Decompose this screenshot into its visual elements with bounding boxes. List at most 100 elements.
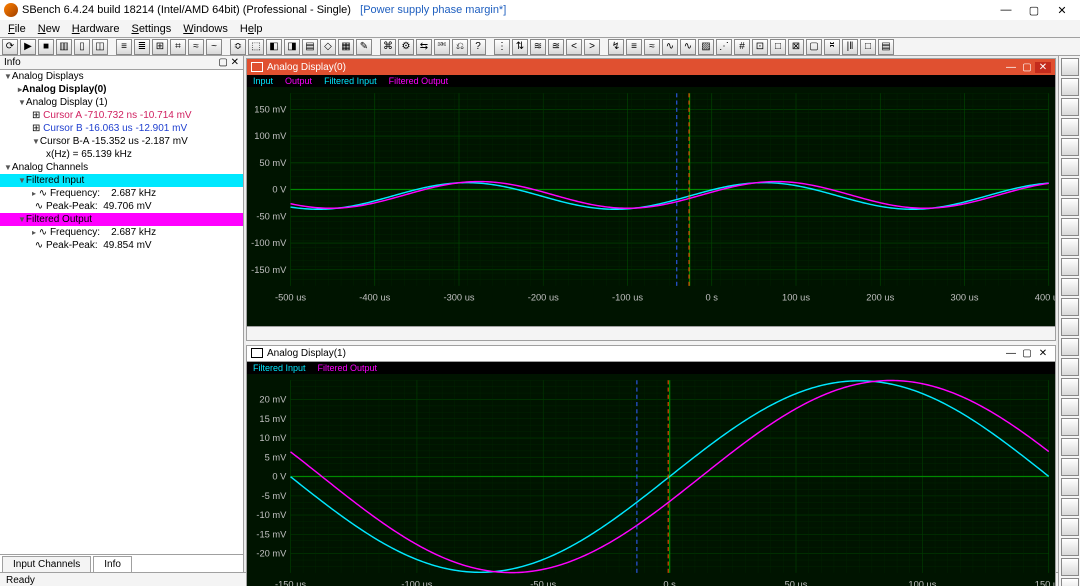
- menu-settings[interactable]: Settings: [127, 22, 175, 36]
- toolbar-btn-2[interactable]: ■: [38, 39, 54, 55]
- display-0-titlebar[interactable]: Analog Display(0) — ▢ ✕: [247, 59, 1055, 75]
- toolbar-btn-47[interactable]: ▤: [878, 39, 894, 55]
- side-tool-13[interactable]: [1061, 318, 1079, 336]
- toolbar-btn-28[interactable]: ≋: [530, 39, 546, 55]
- tree-analog-displays[interactable]: Analog Displays: [0, 70, 243, 83]
- display-0-close[interactable]: ✕: [1035, 62, 1051, 73]
- side-tool-1[interactable]: [1061, 78, 1079, 96]
- toolbar-btn-36[interactable]: ∿: [680, 39, 696, 55]
- tab-info[interactable]: Info: [93, 556, 132, 572]
- toolbar-btn-17[interactable]: ◇: [320, 39, 336, 55]
- toolbar-btn-27[interactable]: ⇅: [512, 39, 528, 55]
- toolbar-btn-13[interactable]: ⬚: [248, 39, 264, 55]
- toolbar-btn-14[interactable]: ◧: [266, 39, 282, 55]
- side-tool-25[interactable]: [1061, 558, 1079, 576]
- display-1-close[interactable]: ✕: [1035, 348, 1051, 359]
- toolbar-btn-23[interactable]: ⎃: [434, 39, 450, 55]
- menu-new[interactable]: New: [34, 22, 64, 36]
- side-tool-11[interactable]: [1061, 278, 1079, 296]
- display-0-hscroll[interactable]: [247, 326, 1055, 340]
- side-tool-22[interactable]: [1061, 498, 1079, 516]
- side-tool-7[interactable]: [1061, 198, 1079, 216]
- toolbar-btn-30[interactable]: <: [566, 39, 582, 55]
- toolbar-btn-24[interactable]: ⎌: [452, 39, 468, 55]
- tree-analog-channels[interactable]: Analog Channels: [0, 161, 243, 174]
- display-0-min[interactable]: —: [1003, 62, 1019, 73]
- toolbar-btn-6[interactable]: ≡: [116, 39, 132, 55]
- side-tool-12[interactable]: [1061, 298, 1079, 316]
- side-tool-19[interactable]: [1061, 438, 1079, 456]
- tree-cursor-a[interactable]: ⊞ Cursor A -710.732 ns -10.714 mV: [0, 109, 243, 122]
- toolbar-btn-44[interactable]: ⎶: [824, 39, 840, 55]
- toolbar-btn-26[interactable]: ⋮: [494, 39, 510, 55]
- toolbar-btn-31[interactable]: >: [584, 39, 600, 55]
- tree-fi-freq[interactable]: ∿ Frequency: 2.687 kHz: [0, 187, 243, 200]
- tree-fo-freq[interactable]: ∿ Frequency: 2.687 kHz: [0, 226, 243, 239]
- toolbar-btn-0[interactable]: ⟳: [2, 39, 18, 55]
- side-tool-4[interactable]: [1061, 138, 1079, 156]
- side-tool-14[interactable]: [1061, 338, 1079, 356]
- toolbar-btn-40[interactable]: ⊡: [752, 39, 768, 55]
- toolbar-btn-45[interactable]: |‖: [842, 39, 858, 55]
- panel-pin-icon[interactable]: ▢ ✕: [218, 57, 239, 68]
- side-tool-6[interactable]: [1061, 178, 1079, 196]
- toolbar-btn-10[interactable]: ≈: [188, 39, 204, 55]
- side-tool-17[interactable]: [1061, 398, 1079, 416]
- side-tool-10[interactable]: [1061, 258, 1079, 276]
- toolbar-btn-22[interactable]: ⇆: [416, 39, 432, 55]
- toolbar-btn-41[interactable]: □: [770, 39, 786, 55]
- toolbar-btn-15[interactable]: ◨: [284, 39, 300, 55]
- toolbar-btn-4[interactable]: ▯: [74, 39, 90, 55]
- toolbar-btn-43[interactable]: ▢: [806, 39, 822, 55]
- menu-hardware[interactable]: Hardware: [68, 22, 124, 36]
- toolbar-btn-8[interactable]: ⊞: [152, 39, 168, 55]
- tab-input-channels[interactable]: Input Channels: [2, 556, 91, 572]
- tree-display-0[interactable]: Analog Display(0): [0, 83, 243, 96]
- toolbar-btn-20[interactable]: ⌘: [380, 39, 396, 55]
- menu-file[interactable]: FFileile: [4, 22, 30, 36]
- display-1-titlebar[interactable]: Analog Display(1) — ▢ ✕: [247, 346, 1055, 362]
- side-tool-8[interactable]: [1061, 218, 1079, 236]
- info-tree[interactable]: Analog Displays Analog Display(0) Analog…: [0, 70, 243, 554]
- side-tool-15[interactable]: [1061, 358, 1079, 376]
- toolbar-btn-32[interactable]: ↯: [608, 39, 624, 55]
- toolbar-btn-35[interactable]: ∿: [662, 39, 678, 55]
- side-tool-24[interactable]: [1061, 538, 1079, 556]
- toolbar-btn-29[interactable]: ≊: [548, 39, 564, 55]
- side-tool-20[interactable]: [1061, 458, 1079, 476]
- side-tool-0[interactable]: [1061, 58, 1079, 76]
- side-tool-21[interactable]: [1061, 478, 1079, 496]
- toolbar-btn-25[interactable]: ?: [470, 39, 486, 55]
- display-0-plot[interactable]: 150 mV100 mV50 mV0 V-50 mV-100 mV-150 mV…: [247, 87, 1055, 326]
- toolbar-btn-46[interactable]: □: [860, 39, 876, 55]
- toolbar-btn-33[interactable]: ≡: [626, 39, 642, 55]
- toolbar-btn-12[interactable]: ≎: [230, 39, 246, 55]
- toolbar-btn-21[interactable]: ⚙: [398, 39, 414, 55]
- toolbar-btn-34[interactable]: ≈: [644, 39, 660, 55]
- side-tool-5[interactable]: [1061, 158, 1079, 176]
- menu-help[interactable]: Help: [236, 22, 267, 36]
- toolbar-btn-18[interactable]: ▦: [338, 39, 354, 55]
- side-tool-23[interactable]: [1061, 518, 1079, 536]
- display-1-plot[interactable]: 20 mV15 mV10 mV5 mV0 V-5 mV-10 mV-15 mV-…: [247, 374, 1055, 586]
- toolbar-btn-9[interactable]: ⌗: [170, 39, 186, 55]
- window-maximize[interactable]: ▢: [1020, 4, 1048, 17]
- tree-display-1[interactable]: Analog Display (1): [0, 96, 243, 109]
- side-tool-18[interactable]: [1061, 418, 1079, 436]
- toolbar-btn-42[interactable]: ⊠: [788, 39, 804, 55]
- toolbar-btn-11[interactable]: ~: [206, 39, 222, 55]
- window-close[interactable]: ✕: [1048, 4, 1076, 17]
- menu-windows[interactable]: Windows: [179, 22, 232, 36]
- toolbar-btn-39[interactable]: #: [734, 39, 750, 55]
- tree-cursor-b[interactable]: ⊞ Cursor B -16.063 us -12.901 mV: [0, 122, 243, 135]
- toolbar-btn-19[interactable]: ✎: [356, 39, 372, 55]
- toolbar-btn-37[interactable]: ▨: [698, 39, 714, 55]
- toolbar-btn-38[interactable]: ⋰: [716, 39, 732, 55]
- tree-cursor-ba[interactable]: Cursor B-A -15.352 us -2.187 mV: [0, 135, 243, 148]
- toolbar-btn-16[interactable]: ▤: [302, 39, 318, 55]
- display-0-max[interactable]: ▢: [1019, 62, 1035, 73]
- toolbar-btn-1[interactable]: ▶: [20, 39, 36, 55]
- side-tool-2[interactable]: [1061, 98, 1079, 116]
- toolbar-btn-7[interactable]: ≣: [134, 39, 150, 55]
- display-1-max[interactable]: ▢: [1019, 348, 1035, 359]
